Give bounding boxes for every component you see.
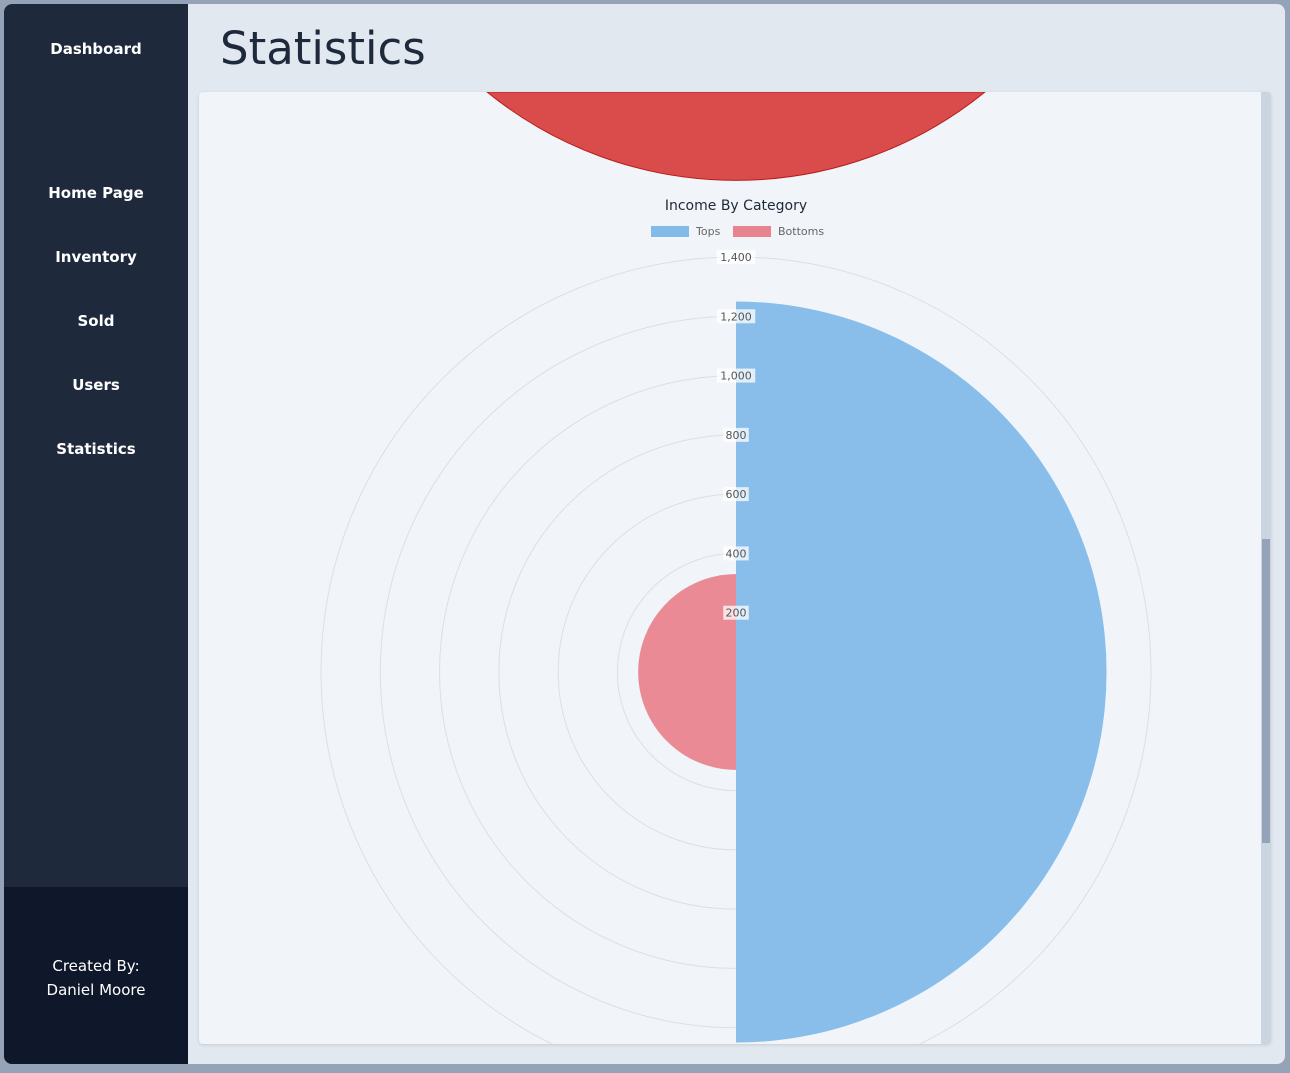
sidebar-footer: Created By: Daniel Moore xyxy=(4,887,188,1064)
scrollbar-thumb[interactable] xyxy=(1262,539,1270,843)
previous-chart-slice xyxy=(486,92,986,181)
sidebar-item-home-page[interactable]: Home Page xyxy=(4,174,188,238)
sidebar-item-sold[interactable]: Sold xyxy=(4,302,188,366)
legend-swatch-tops xyxy=(651,226,689,237)
tick-label: 400 xyxy=(726,547,747,560)
sidebar-nav: Home Page Inventory Sold Users Statistic… xyxy=(4,174,188,494)
chart-panel[interactable]: Income By Category Tops Bottoms 200 400 600 80… xyxy=(199,92,1271,1044)
footer-author: Daniel Moore xyxy=(46,981,146,999)
slice-tops xyxy=(736,301,1107,1043)
app-window: Dashboard Home Page Inventory Sold Users… xyxy=(4,4,1285,1064)
tick-label: 200 xyxy=(726,607,747,620)
sidebar-item-inventory[interactable]: Inventory xyxy=(4,238,188,302)
page-title: Statistics xyxy=(220,22,426,75)
footer-created-by: Created By: xyxy=(52,957,140,975)
legend-label-bottoms: Bottoms xyxy=(778,225,824,238)
legend-swatch-bottoms xyxy=(733,226,771,237)
polar-area-chart: Income By Category Tops Bottoms 200 400 600 80… xyxy=(320,92,1152,1044)
brand-dashboard[interactable]: Dashboard xyxy=(4,40,188,58)
slice-bottoms xyxy=(638,574,736,770)
tick-label: 1,000 xyxy=(720,370,752,383)
sidebar: Dashboard Home Page Inventory Sold Users… xyxy=(4,4,188,1064)
tick-label: 800 xyxy=(726,429,747,442)
chart-title: Income By Category xyxy=(665,198,807,214)
sidebar-item-statistics[interactable]: Statistics xyxy=(4,430,188,494)
tick-label: 1,200 xyxy=(720,310,752,323)
tick-label: 600 xyxy=(726,488,747,501)
tick-label: 1,400 xyxy=(720,251,752,264)
legend-label-tops: Tops xyxy=(695,225,721,238)
sidebar-item-users[interactable]: Users xyxy=(4,366,188,430)
